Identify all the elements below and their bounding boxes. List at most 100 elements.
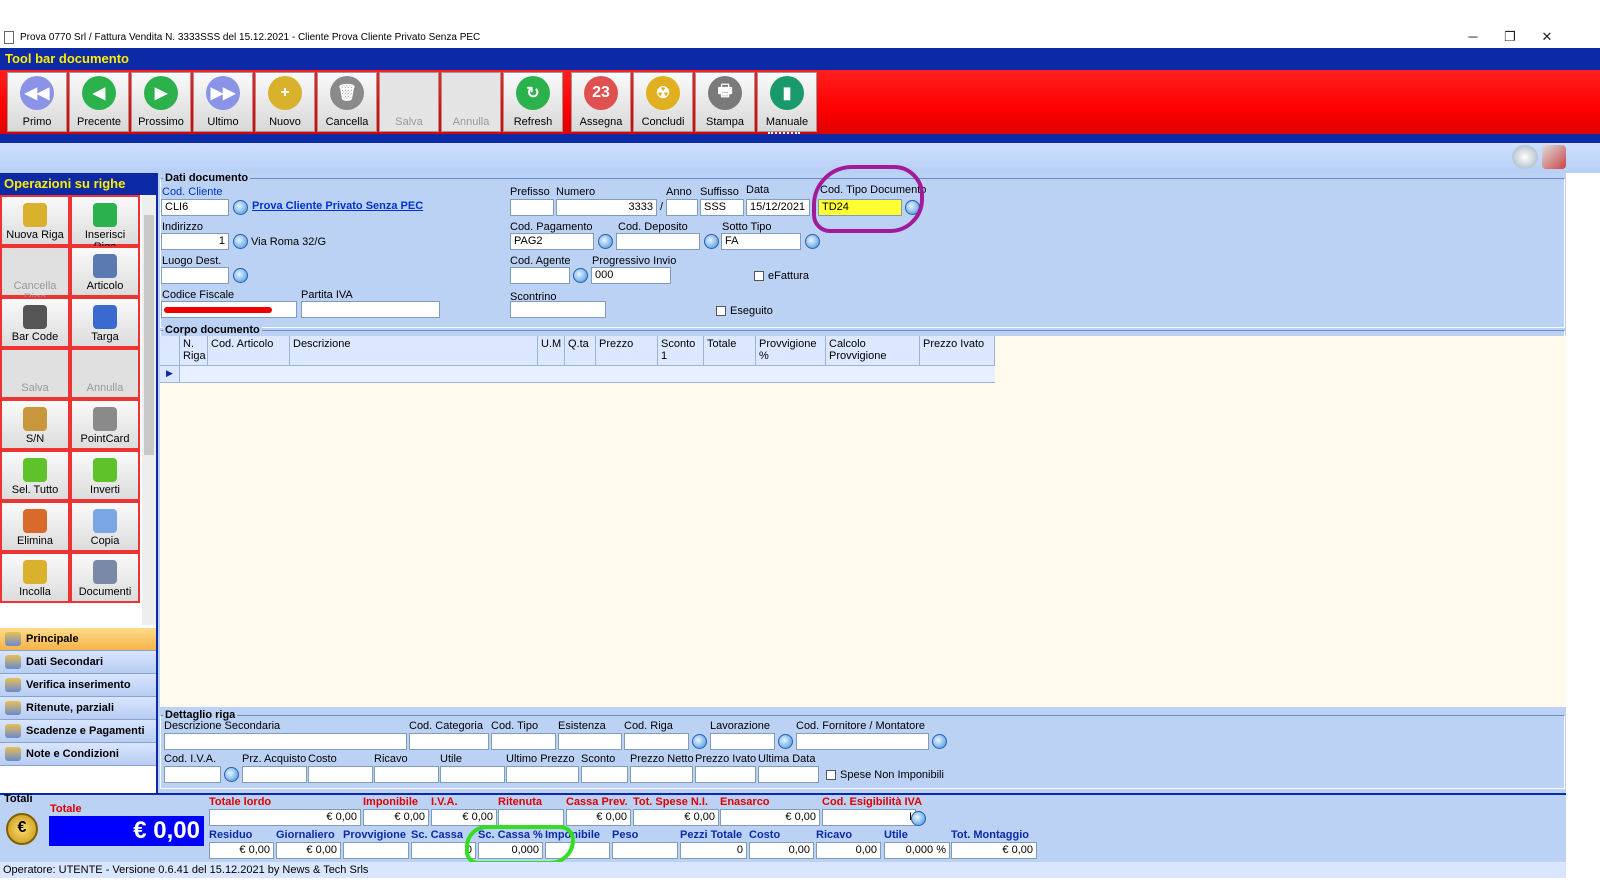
spese-checkbox[interactable]	[826, 770, 836, 780]
search-icon[interactable]	[598, 234, 613, 249]
column-header[interactable]: Provvigione%	[756, 336, 826, 366]
row-op-articolo[interactable]: Articolo	[70, 246, 140, 297]
column-header[interactable]: Q.ta	[565, 336, 596, 366]
toolbar-button-precente[interactable]: ◀ Precente	[69, 72, 129, 132]
toolbar-button-nuovo[interactable]: + Nuovo	[255, 72, 315, 132]
row-op-incolla[interactable]: Incolla	[0, 552, 70, 603]
detail-lavorazione-input[interactable]	[710, 733, 775, 750]
toolbar-button-stampa[interactable]: 🖶 Stampa	[695, 72, 755, 132]
column-header[interactable]: Totale	[704, 336, 756, 366]
column-header[interactable]: U.M	[538, 336, 565, 366]
detail-cod-i-v-a--input[interactable]	[164, 766, 221, 783]
search-icon[interactable]	[692, 734, 707, 749]
agente-input[interactable]	[510, 267, 570, 284]
row-op-targa[interactable]: Targa	[70, 297, 140, 348]
row-op-s-n[interactable]: S/N	[0, 399, 70, 450]
tools-icon[interactable]	[1542, 145, 1566, 169]
search-icon[interactable]	[778, 734, 793, 749]
anno-input[interactable]	[666, 199, 698, 216]
detail-cod-categoria-input[interactable]	[409, 733, 489, 750]
detail-esistenza-input[interactable]	[558, 733, 622, 750]
toolbar-button-refresh[interactable]: ↻ Refresh	[503, 72, 563, 132]
row-op-sel-tutto[interactable]: Sel. Tutto	[0, 450, 70, 501]
scontrino-input[interactable]	[510, 301, 606, 318]
eseguito-checkbox[interactable]	[716, 306, 726, 316]
detail-cod-riga-input[interactable]	[624, 733, 689, 750]
row-op-inserisci-riga[interactable]: Inserisci Riga	[70, 195, 140, 253]
table-row[interactable]: ▶	[160, 366, 995, 383]
row-op-copia[interactable]: Copia	[70, 501, 140, 552]
detail-cod-fornitore-montatore-input[interactable]	[796, 733, 929, 750]
search-icon[interactable]	[573, 268, 588, 283]
column-header[interactable]: Prezzo	[596, 336, 658, 366]
toolbar-button-ultimo[interactable]: ▶▶ Ultimo	[193, 72, 253, 132]
search-icon[interactable]	[911, 811, 926, 826]
toolbar-button-cancella[interactable]: 🗑 Cancella	[317, 72, 377, 132]
toolbar-button-manuale[interactable]: ▮ Manuale	[757, 72, 817, 132]
row-op-inverti[interactable]: Inverti	[70, 450, 140, 501]
detail-sconto-input[interactable]	[581, 766, 628, 783]
search-icon[interactable]	[932, 734, 947, 749]
nav-verifica-inserimento[interactable]: Verifica inserimento	[0, 674, 156, 697]
row-op-documenti[interactable]: Documenti	[70, 552, 140, 603]
numero-input[interactable]: 3333	[556, 199, 657, 216]
pagamento-input[interactable]: PAG2	[510, 233, 594, 250]
restore-button[interactable]: ❐	[1500, 29, 1520, 45]
column-header[interactable]: Descrizione	[290, 336, 538, 366]
gauge-icon[interactable]	[1512, 145, 1538, 169]
efattura-checkbox[interactable]	[754, 271, 764, 281]
data-input[interactable]: 15/12/2021	[746, 199, 810, 216]
luogo-input[interactable]	[161, 267, 229, 284]
column-header[interactable]: Cod. Articolo	[208, 336, 290, 366]
cod-cliente-input[interactable]: CLI6	[161, 199, 229, 216]
toolbar-button-assegna[interactable]: 23 Assegna	[571, 72, 631, 132]
progressivo-input[interactable]: 000	[591, 267, 671, 284]
search-icon[interactable]	[233, 268, 248, 283]
prefisso-input[interactable]	[510, 199, 554, 216]
suffisso-input[interactable]: SSS	[700, 199, 744, 216]
side-scrollbar[interactable]	[142, 195, 156, 625]
codice-fiscale-input[interactable]	[161, 301, 297, 318]
row-op-bar-code[interactable]: Bar Code	[0, 297, 70, 348]
row-op-nuova-riga[interactable]: Nuova Riga	[0, 195, 70, 246]
detail-ultima-data-input[interactable]	[758, 766, 819, 783]
nav-dati-secondari[interactable]: Dati Secondari	[0, 651, 156, 674]
detail-ultimo-prezzo-input[interactable]	[506, 766, 579, 783]
column-header[interactable]: Prezzo Ivato	[920, 336, 995, 366]
row-op-pointcard[interactable]: PointCard	[70, 399, 140, 450]
row-op-label: Documenti	[78, 586, 132, 598]
row-selector-icon[interactable]: ▶	[160, 366, 180, 382]
search-icon[interactable]	[233, 234, 248, 249]
detail-costo-input[interactable]	[308, 766, 373, 783]
column-header[interactable]: Sconto 1	[658, 336, 704, 366]
search-icon[interactable]	[224, 767, 239, 782]
detail-prezzo-netto-input[interactable]	[630, 766, 693, 783]
detail-ricavo-input[interactable]	[374, 766, 439, 783]
nav-note-e-condizioni[interactable]: Note e Condizioni	[0, 743, 156, 766]
detail-prz-acquisto-input[interactable]	[242, 766, 307, 783]
detail-prezzo-ivato-input[interactable]	[695, 766, 756, 783]
nav-principale[interactable]: Principale	[0, 628, 156, 651]
detail-utile-input[interactable]	[440, 766, 505, 783]
search-icon[interactable]	[233, 200, 248, 215]
row-op-elimina[interactable]: Elimina	[0, 501, 70, 552]
close-button[interactable]: ✕	[1537, 29, 1557, 45]
deposito-input[interactable]	[616, 233, 700, 250]
minimize-button[interactable]: ─	[1463, 29, 1483, 44]
column-header[interactable]: N. Riga	[180, 336, 208, 366]
cliente-name-link[interactable]: Prova Cliente Privato Senza PEC	[252, 200, 423, 212]
nav-scadenze-e-pagamenti[interactable]: Scadenze e Pagamenti	[0, 720, 156, 743]
search-icon[interactable]	[704, 234, 719, 249]
column-header[interactable]: Calcolo Provvigione	[826, 336, 920, 366]
indirizzo-number-input[interactable]: 1	[161, 233, 229, 250]
toolbar-button-prossimo[interactable]: ▶ Prossimo	[131, 72, 191, 132]
partita-iva-input[interactable]	[301, 301, 440, 318]
toolbar-button-primo[interactable]: ◀◀ Primo	[7, 72, 67, 132]
detail-descrizione-secondaria-input[interactable]	[164, 733, 407, 750]
toolbar-button-concludi[interactable]: ☢ Concludi	[633, 72, 693, 132]
nav-ritenute-parziali[interactable]: Ritenute, parziali	[0, 697, 156, 720]
search-icon[interactable]	[805, 234, 820, 249]
document-lines-grid[interactable]: N. Riga Cod. Articolo Descrizione U.M Q.ta Pre…	[160, 336, 1566, 707]
sotto-tipo-input[interactable]: FA	[721, 233, 801, 250]
detail-cod-tipo-input[interactable]	[491, 733, 556, 750]
